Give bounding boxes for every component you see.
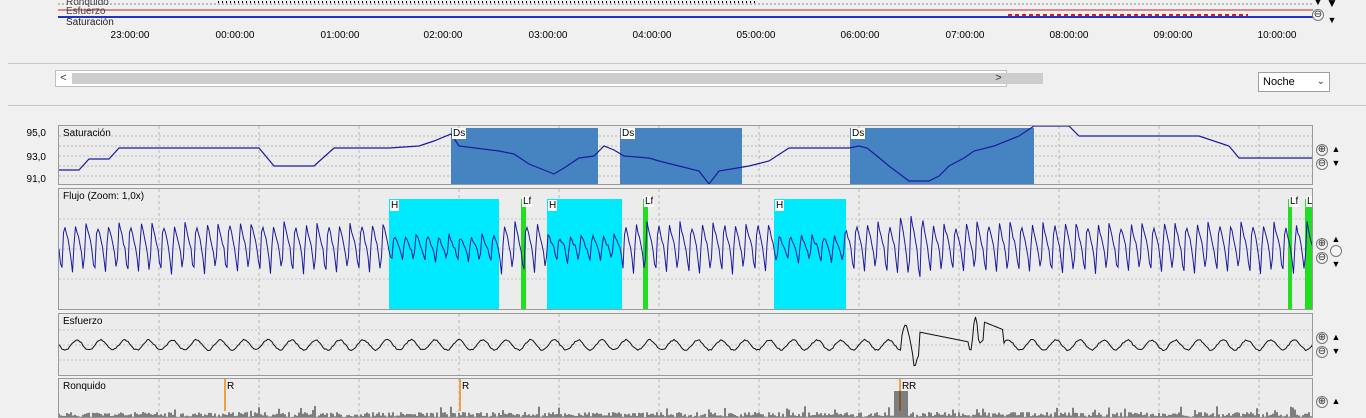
- saturacion-zoom-out-icon[interactable]: ⊖: [1316, 158, 1328, 170]
- hypopnea-event-1: [389, 199, 499, 309]
- overview-traces: [58, 1, 1313, 18]
- hypopnea-label-3: H: [775, 200, 785, 211]
- overview-down-arrow[interactable]: ▼: [1312, 0, 1324, 8]
- sat-y-label-95: 95,0: [26, 128, 46, 139]
- flow-limit-label-3: Lf: [1289, 196, 1300, 207]
- flow-limit-label-1: Lf: [522, 196, 533, 207]
- ronquido-zoom-in-icon[interactable]: ⊕: [1316, 396, 1328, 408]
- saturacion-down-arrow[interactable]: ▼: [1330, 157, 1342, 169]
- esfuerzo-down-arrow[interactable]: ▼: [1330, 345, 1342, 357]
- flow-limit-label-4: L: [1306, 196, 1313, 207]
- horizontal-scrollbar[interactable]: < >: [55, 70, 1043, 87]
- desat-label-1: Ds: [452, 128, 467, 139]
- time-label: 03:00:00: [528, 30, 568, 41]
- desaturation-event-1: [451, 128, 598, 184]
- flow-limit-label-2: Lf: [644, 196, 655, 207]
- saturacion-title: Saturación: [63, 128, 111, 139]
- overview-label-esfuerzo: Esfuerzo: [66, 6, 106, 17]
- flujo-chart: [59, 189, 1312, 309]
- overview-scroll-down-icon[interactable]: ▼: [1326, 0, 1338, 9]
- time-label: 08:00:00: [1049, 30, 1089, 41]
- desaturation-event-2: [620, 128, 742, 184]
- esfuerzo-zoom-in-icon[interactable]: ⊕: [1316, 332, 1328, 344]
- flujo-up-arrow[interactable]: ▲: [1330, 233, 1342, 245]
- scroll-right-button[interactable]: >: [991, 71, 1006, 86]
- time-label: 07:00:00: [945, 30, 985, 41]
- chevron-down-icon: ⌄: [1316, 76, 1325, 87]
- saturacion-chart: [59, 126, 1312, 184]
- saturacion-zoom-in-icon[interactable]: ⊕: [1316, 144, 1328, 156]
- flujo-down-arrow[interactable]: ▼: [1330, 258, 1342, 270]
- ronquido-trace: [59, 391, 1312, 417]
- overview-strip: [58, 0, 1313, 22]
- overview-scroll-small-icon[interactable]: ▼: [1326, 14, 1338, 26]
- flow-limitation-4: [1305, 199, 1312, 309]
- time-label: 10:00:00: [1257, 30, 1297, 41]
- time-label: 01:00:00: [320, 30, 360, 41]
- hypopnea-label-2: H: [548, 200, 558, 211]
- desat-label-2: Ds: [621, 128, 636, 139]
- esfuerzo-title: Esfuerzo: [63, 316, 103, 327]
- snore-label-1: R: [227, 381, 235, 392]
- flujo-trace: [59, 216, 1312, 277]
- saturacion-panel[interactable]: Saturación Ds Ds Ds: [58, 125, 1313, 185]
- flujo-panel[interactable]: Flujo (Zoom: 1,0x) H Lf H Lf H Lf L: [58, 188, 1313, 310]
- ronquido-up-arrow[interactable]: ▲: [1330, 395, 1342, 407]
- time-label: 00:00:00: [215, 30, 255, 41]
- desat-label-3: Ds: [851, 128, 866, 139]
- time-label: 02:00:00: [423, 30, 463, 41]
- ronquido-chart: [59, 379, 1312, 417]
- scroll-left-button[interactable]: <: [56, 71, 71, 86]
- esfuerzo-zoom-out-icon[interactable]: ⊖: [1316, 346, 1328, 358]
- esfuerzo-panel[interactable]: Esfuerzo: [58, 313, 1313, 376]
- snore-label-2: R: [462, 381, 470, 392]
- flujo-zoom-out-icon[interactable]: ⊖: [1316, 252, 1328, 264]
- time-label: 06:00:00: [840, 30, 880, 41]
- sat-y-label-93: 93,0: [26, 152, 46, 163]
- overview-label-saturacion: Saturación: [66, 17, 114, 28]
- sat-y-label-91: 91,0: [26, 174, 46, 185]
- ronquido-title: Ronquido: [63, 381, 106, 392]
- flujo-title: Flujo (Zoom: 1,0x): [63, 191, 145, 202]
- time-label: 23:00:00: [110, 30, 150, 41]
- hypopnea-label-1: H: [390, 200, 400, 211]
- overview-zoom-out-icon[interactable]: ⊖: [1312, 9, 1324, 21]
- flujo-reset-icon[interactable]: [1330, 245, 1342, 257]
- ronquido-panel[interactable]: Ronquido R R R R: [58, 378, 1313, 418]
- esfuerzo-trace: [59, 316, 1312, 367]
- saturacion-up-arrow[interactable]: ▲: [1330, 143, 1342, 155]
- flujo-zoom-in-icon[interactable]: ⊕: [1316, 238, 1328, 250]
- time-label: 04:00:00: [632, 30, 672, 41]
- esfuerzo-chart: [59, 314, 1312, 375]
- snore-label-4: R: [909, 381, 917, 392]
- esfuerzo-up-arrow[interactable]: ▲: [1330, 331, 1342, 343]
- time-label: 05:00:00: [736, 30, 776, 41]
- view-mode-select[interactable]: Noche ⌄: [1258, 72, 1330, 92]
- view-mode-value: Noche: [1263, 76, 1295, 88]
- scrollbar-thumb[interactable]: [72, 73, 1043, 84]
- time-label: 09:00:00: [1153, 30, 1193, 41]
